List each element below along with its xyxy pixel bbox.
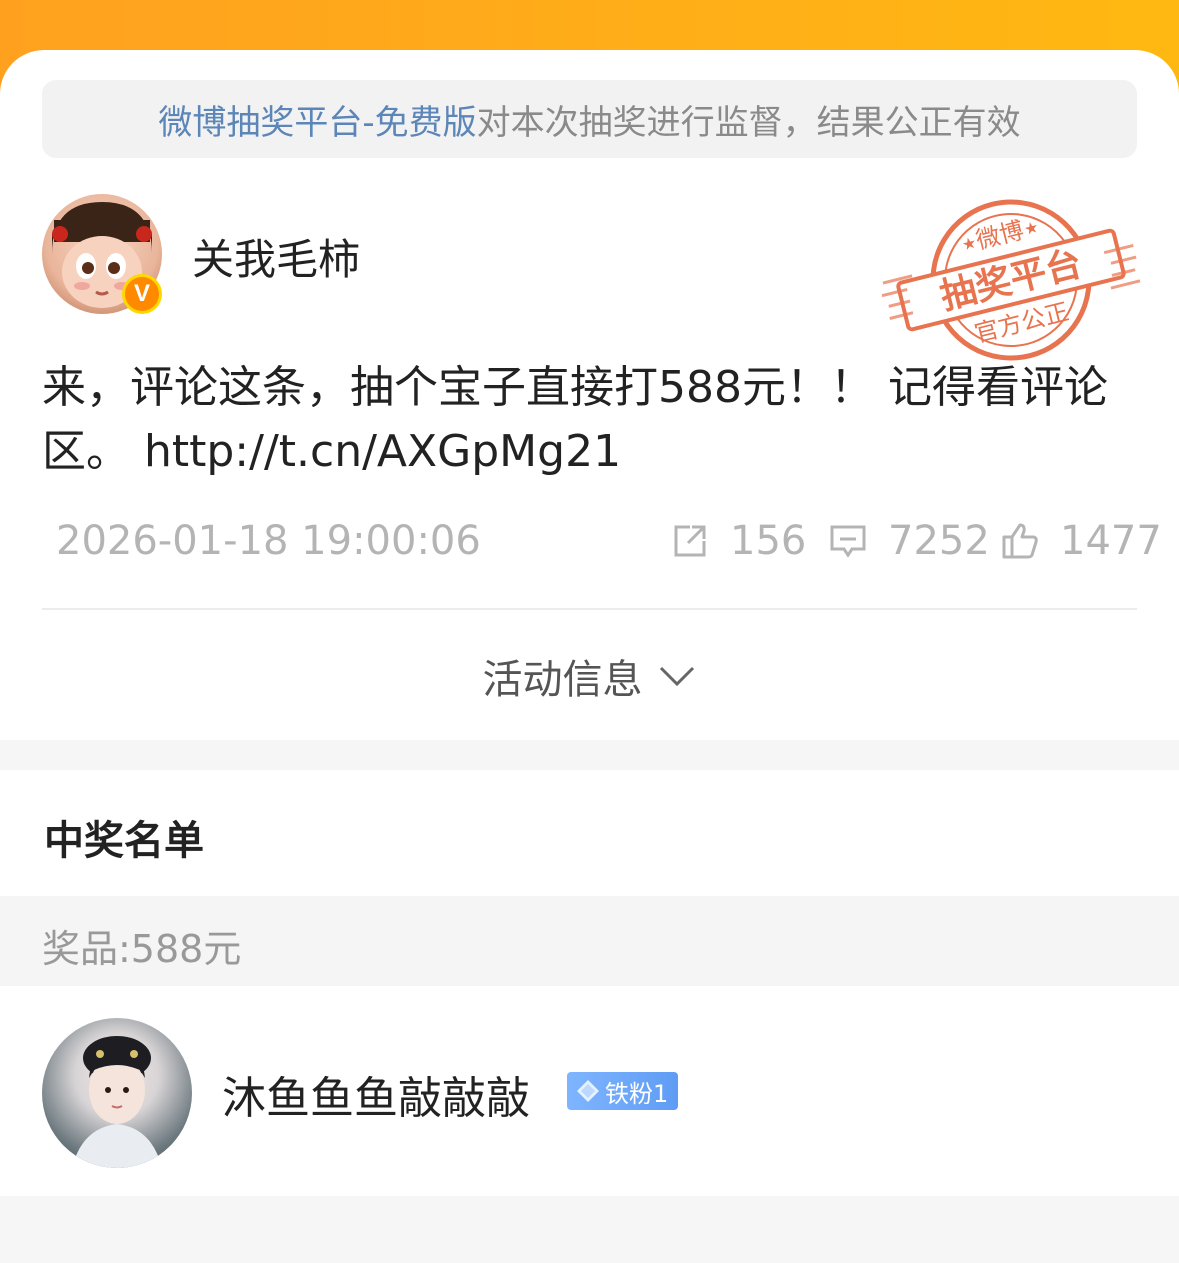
- diamond-icon: [577, 1080, 599, 1102]
- prize-bar: 奖品:588元: [0, 896, 1179, 986]
- post-time: 2026-01-18 19:00:06: [56, 518, 481, 564]
- notice-text: 对本次抽奖进行监督，结果公正有效: [476, 102, 1021, 143]
- like-count: 1477: [1060, 518, 1162, 564]
- thumbs-up-icon: [1002, 523, 1038, 559]
- post-meta: 2026-01-18 19:00:06 156 7252 1477: [56, 518, 1162, 568]
- fan-level-label: 铁粉1: [605, 1079, 669, 1108]
- winner-name[interactable]: 沐鱼鱼鱼敲敲敲: [222, 1062, 530, 1126]
- official-lottery-stamp: 微博 抽奖平台 官方公正 ★ ★: [881, 199, 1141, 361]
- divider: [42, 608, 1137, 610]
- chevron-down-icon: [659, 666, 694, 687]
- comment-button[interactable]: 7252: [828, 518, 990, 564]
- prize-label: 奖品:588元: [42, 927, 242, 971]
- winner-avatar[interactable]: [42, 1018, 192, 1168]
- platform-name[interactable]: 微博抽奖平台-免费版: [158, 95, 476, 144]
- winner-list-item[interactable]: 沐鱼鱼鱼敲敲敲 铁粉1: [0, 986, 1179, 1196]
- repost-button[interactable]: 156: [670, 518, 806, 564]
- author-name[interactable]: 关我毛柿: [192, 226, 360, 287]
- lottery-card: 微博抽奖平台-免费版 对本次抽奖进行监督，结果公正有效 V 关我毛柿 微博 抽奖…: [0, 50, 1179, 740]
- winners-title: 中奖名单: [44, 818, 204, 864]
- lottery-notice: 微博抽奖平台-免费版 对本次抽奖进行监督，结果公正有效: [42, 80, 1137, 158]
- repost-count: 156: [730, 518, 807, 564]
- activity-info-label: 活动信息: [482, 657, 643, 703]
- post-text[interactable]: 来，评论这条，抽个宝子直接打588元！！ 记得看评论区。 http://t.cn…: [42, 356, 1137, 484]
- repost-icon: [674, 525, 706, 557]
- like-button[interactable]: 1477: [1000, 518, 1162, 564]
- comment-icon: [830, 525, 866, 558]
- verified-badge-icon: V: [122, 274, 162, 314]
- fan-level-badge: 铁粉1: [567, 1072, 679, 1110]
- winners-section: 中奖名单: [0, 770, 1179, 896]
- comment-count: 7252: [888, 518, 990, 564]
- activity-info-toggle[interactable]: 活动信息: [0, 646, 1179, 706]
